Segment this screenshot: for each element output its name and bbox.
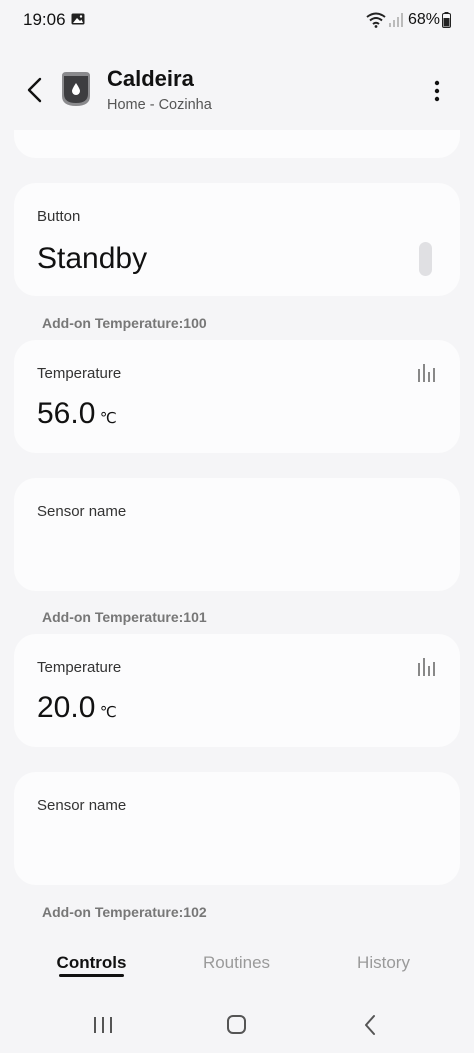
section-label-100: Add-on Temperature:100: [42, 315, 207, 331]
battery-percent: 68%: [408, 11, 441, 28]
temperature-label: Temperature: [37, 365, 122, 382]
temperature-card-101[interactable]: Temperature 20.0 ℃: [14, 634, 460, 747]
temperature-card-100[interactable]: Temperature 56.0 ℃: [14, 340, 460, 453]
device-title: Caldeira: [107, 66, 194, 91]
gallery-icon: [71, 13, 85, 25]
device-location: Home - Cozinha: [107, 97, 212, 113]
tab-active-indicator: [59, 974, 124, 977]
section-label-101: Add-on Temperature:101: [42, 609, 207, 625]
status-time: 19:06: [23, 10, 66, 29]
button-value: Standby: [37, 242, 148, 275]
temperature-unit: ℃: [99, 704, 117, 721]
button-card[interactable]: Button Standby: [14, 183, 460, 296]
nav-back-icon[interactable]: [358, 1014, 384, 1036]
tab-history[interactable]: History: [336, 953, 431, 973]
chart-icon[interactable]: [418, 364, 436, 382]
scrolled-card: [14, 130, 460, 158]
temperature-value: 56.0: [37, 397, 96, 430]
signal-icon: [389, 13, 403, 27]
button-label: Button: [37, 208, 81, 225]
temperature-reading: 20.0 ℃: [37, 691, 117, 725]
home-icon[interactable]: [224, 1014, 250, 1036]
back-arrow-icon[interactable]: [22, 76, 50, 104]
sensor-card-100[interactable]: Sensor name: [14, 478, 460, 591]
section-label-102: Add-on Temperature:102: [42, 904, 207, 920]
chart-icon[interactable]: [418, 658, 436, 676]
sensor-card-101[interactable]: Sensor name: [14, 772, 460, 885]
sensor-name-label: Sensor name: [37, 503, 127, 520]
boiler-device-icon: [62, 72, 90, 106]
tab-controls[interactable]: Controls: [44, 953, 139, 973]
recent-apps-icon[interactable]: [90, 1014, 116, 1036]
temperature-reading: 56.0 ℃: [37, 397, 117, 431]
sensor-name-label: Sensor name: [37, 797, 127, 814]
temperature-label: Temperature: [37, 659, 122, 676]
wifi-icon: [366, 12, 386, 28]
temperature-unit: ℃: [99, 410, 117, 427]
more-options-icon[interactable]: [425, 78, 449, 104]
battery-icon: [442, 12, 451, 28]
button-toggle[interactable]: [419, 242, 432, 276]
temperature-value: 20.0: [37, 691, 96, 724]
tab-routines[interactable]: Routines: [189, 953, 284, 973]
